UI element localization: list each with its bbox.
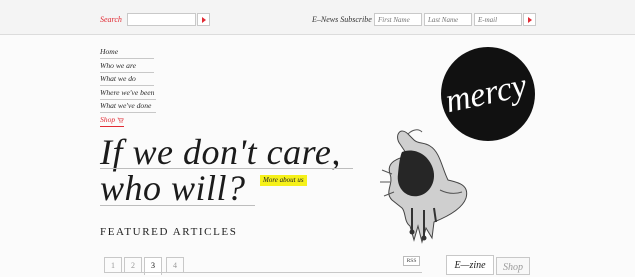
headline-line-1: If we don't care, (100, 132, 341, 172)
pager-divider (104, 272, 422, 273)
first-name-field[interactable] (374, 13, 422, 26)
search-label: Search (100, 15, 122, 24)
more-about-us-link[interactable]: More about us (260, 175, 307, 186)
headline-rule-2 (100, 205, 255, 206)
last-name-field[interactable] (424, 13, 472, 26)
tab-ezine[interactable]: E—zine (446, 255, 494, 275)
page-tab-2[interactable]: 2 (124, 257, 142, 273)
nav-item-where-weve-been[interactable]: Where we've been (100, 87, 156, 100)
rss-button[interactable]: RSS (403, 256, 420, 266)
top-bar: Search E–News Subscribe (0, 0, 635, 35)
page-tab-4[interactable]: 4 (166, 257, 184, 273)
email-field[interactable] (474, 13, 522, 26)
headline-line-2: who will? (100, 168, 246, 208)
nav-item-what-we-do[interactable]: What we do (100, 73, 154, 86)
nav-item-home[interactable]: Home (100, 46, 154, 59)
subscribe-submit-button[interactable] (523, 13, 536, 26)
hand-illustration (380, 129, 468, 244)
arrow-right-icon (528, 17, 532, 23)
search-input[interactable] (127, 13, 196, 26)
nav-item-shop[interactable]: Shop (100, 114, 124, 127)
search-submit-button[interactable] (197, 13, 210, 26)
page-tab-1[interactable]: 1 (104, 257, 122, 273)
nav-item-who-we-are[interactable]: Who we are (100, 60, 154, 73)
featured-articles-heading: FEATURED ARTICLES (100, 226, 238, 238)
main-nav: Home Who we are What we do Where we've b… (100, 46, 156, 127)
enews-subscribe-label: E–News Subscribe (312, 15, 372, 24)
arrow-right-icon (202, 17, 206, 23)
tab-shop[interactable]: Shop (496, 257, 530, 275)
shopping-cart-icon (117, 117, 124, 123)
nav-item-shop-label: Shop (100, 114, 116, 124)
headline-rule-1 (100, 168, 353, 169)
nav-item-what-weve-done[interactable]: What we've done (100, 100, 156, 113)
